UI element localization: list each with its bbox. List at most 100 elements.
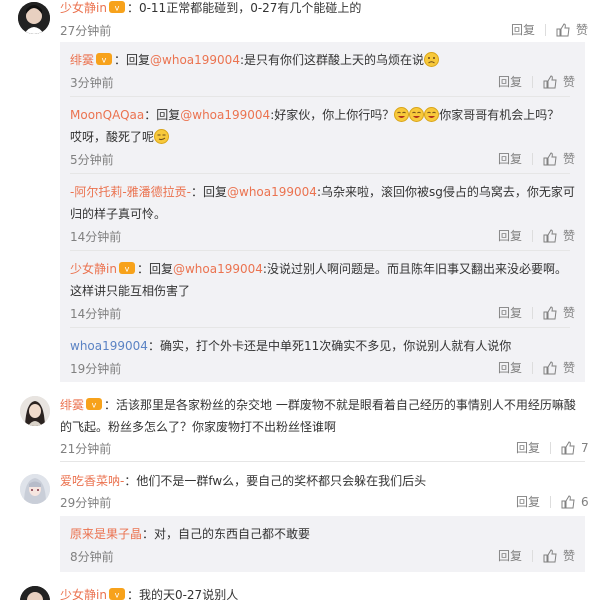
divider xyxy=(60,461,585,462)
thumbs-up-icon xyxy=(543,548,557,563)
thumbs-up-icon xyxy=(543,360,557,375)
vip-badge-icon: v xyxy=(108,0,125,13)
laughing-emoji-icon xyxy=(409,106,425,122)
smirk-emoji-icon xyxy=(154,128,170,144)
divider xyxy=(70,250,570,251)
username-link[interactable]: 爱吃香菜呐- xyxy=(60,474,124,488)
reply-line-continued: 哎呀，酸死了呢 xyxy=(70,125,170,149)
laughing-emoji-icon xyxy=(394,106,410,122)
username-link[interactable]: 绯霙 xyxy=(70,53,94,67)
reply-button[interactable]: 回复 xyxy=(498,547,522,564)
mention-link[interactable]: @whoa199004 xyxy=(173,262,263,276)
username-link[interactable]: 少女静in xyxy=(70,262,117,276)
timestamp: 3分钟前 xyxy=(70,76,114,90)
username-link[interactable]: -阿尔托莉-雅潘德拉贡- xyxy=(70,185,191,199)
divider xyxy=(550,441,552,454)
reply-button[interactable]: 回复 xyxy=(511,21,535,38)
divider xyxy=(532,549,534,562)
divider xyxy=(550,495,552,508)
divider xyxy=(70,173,570,174)
timestamp: 14分钟前 xyxy=(70,307,122,321)
like-count: 6 xyxy=(581,494,589,509)
like-count: 7 xyxy=(581,440,589,455)
reply-button[interactable]: 回复 xyxy=(498,304,522,321)
comment-actions: 回复 7 xyxy=(516,439,589,456)
svg-text:v: v xyxy=(125,265,130,274)
like-button[interactable]: 赞 xyxy=(543,359,575,376)
username-link[interactable]: 绯霙 xyxy=(60,398,84,412)
reply-line: 少女静in v ：回复@whoa199004:没说过别人啊问题是。而且陈年旧事又翻出… xyxy=(70,257,567,281)
thumbs-up-icon xyxy=(543,228,557,243)
like-button[interactable]: 赞 xyxy=(543,304,575,321)
like-button[interactable]: 赞 xyxy=(543,150,575,167)
avatar[interactable] xyxy=(20,586,50,600)
reply-button[interactable]: 回复 xyxy=(498,73,522,90)
reply-line: MoonQAQaa：回复@whoa199004:好家伙，你上你行吗？ 你家哥哥有机… xyxy=(70,106,560,122)
divider xyxy=(545,23,547,36)
sad-emoji-icon xyxy=(424,51,440,67)
reply-actions: 回复 赞 xyxy=(498,150,575,167)
reply-button[interactable]: 回复 xyxy=(498,150,522,167)
thumbs-up-icon xyxy=(543,74,557,89)
username-link[interactable]: 原来是果子晶 xyxy=(70,527,142,541)
thumbs-up-icon xyxy=(561,494,575,509)
avatar[interactable] xyxy=(20,396,50,426)
comment-text: ：他们不是一群fw么，要自己的奖杯都只会躲在我们后头 xyxy=(124,474,427,488)
comment-text: ：活该那里是各家粉丝的杂交地 一群废物不就是眼看着自己经历的事情别人不用经历嘛酸 xyxy=(104,398,576,412)
like-button[interactable]: 7 xyxy=(561,441,589,455)
mention-link[interactable]: @whoa199004 xyxy=(227,185,317,199)
comment-actions: 回复 6 xyxy=(516,493,589,510)
reply-line-continued: 这样讲只能互相伤害了 xyxy=(70,284,191,298)
divider xyxy=(70,96,570,97)
like-button[interactable]: 赞 xyxy=(543,227,575,244)
timestamp: 8分钟前 xyxy=(70,550,114,564)
timestamp: 21分钟前 xyxy=(60,442,112,456)
comment-line: 爱吃香菜呐-：他们不是一群fw么，要自己的奖杯都只会躲在我们后头 xyxy=(60,469,426,493)
reply-button[interactable]: 回复 xyxy=(516,439,540,456)
comment-line-continued: 的飞起。粉丝多怎么了？你家废物打不出粉丝怪谁啊 xyxy=(60,420,337,434)
comment-line: 少女静in v ：0-11正常都能碰到，0-27有几个能碰上的 xyxy=(60,0,361,20)
timestamp: 27分钟前 xyxy=(60,24,112,38)
comment-actions: 回复 赞 xyxy=(511,21,588,38)
divider xyxy=(532,306,534,319)
reply-actions: 回复 赞 xyxy=(498,304,575,321)
reply-line: -阿尔托莉-雅潘德拉贡-：回复@whoa199004:乌杂来啦，滚回你被sg侵占… xyxy=(70,185,575,199)
vip-badge-icon: v xyxy=(118,258,135,274)
reply-button[interactable]: 回复 xyxy=(516,493,540,510)
thumbs-up-icon xyxy=(543,151,557,166)
reply-actions: 回复 赞 xyxy=(498,227,575,244)
reply-actions: 回复 赞 xyxy=(498,359,575,376)
like-button[interactable]: 6 xyxy=(561,495,589,509)
mention-link[interactable]: @whoa199004 xyxy=(180,108,270,122)
reply-button[interactable]: 回复 xyxy=(498,227,522,244)
username-link[interactable]: whoa199004 xyxy=(70,339,148,353)
reply-actions: 回复 赞 xyxy=(498,73,575,90)
svg-text:v: v xyxy=(102,56,107,65)
reply-button[interactable]: 回复 xyxy=(498,359,522,376)
avatar[interactable] xyxy=(18,2,50,34)
thumbs-up-icon xyxy=(543,305,557,320)
avatar[interactable] xyxy=(20,474,50,504)
laughing-emoji-icon xyxy=(424,106,440,122)
divider xyxy=(70,327,570,328)
reply-line-continued: 归的样子真可怜。 xyxy=(70,207,167,221)
timestamp: 14分钟前 xyxy=(70,230,122,244)
comment-text: ：0-11正常都能碰到，0-27有几个能碰上的 xyxy=(126,1,362,15)
divider xyxy=(532,361,534,374)
like-button[interactable]: 赞 xyxy=(556,21,588,38)
comment-text: ：我的天0-27说别人 xyxy=(126,588,239,600)
thumbs-up-icon xyxy=(556,22,570,37)
timestamp: 5分钟前 xyxy=(70,153,114,167)
username-link[interactable]: 少女静in xyxy=(60,588,107,600)
username-link[interactable]: MoonQAQaa xyxy=(70,108,144,122)
vip-badge-icon: v xyxy=(108,584,125,600)
mention-link[interactable]: @whoa199004 xyxy=(150,53,240,67)
svg-text:v: v xyxy=(115,591,120,600)
reply-line: 原来是果子晶：对，自己的东西自己都不敢要 xyxy=(70,527,311,541)
like-button[interactable]: 赞 xyxy=(543,547,575,564)
username-link[interactable]: 少女静in xyxy=(60,1,107,15)
like-button[interactable]: 赞 xyxy=(543,73,575,90)
reply-line: whoa199004：确实，打个外卡还是中单死11次确实不多见，你说别人就有人说… xyxy=(70,339,512,353)
divider xyxy=(532,229,534,242)
vip-badge-icon: v xyxy=(96,49,113,65)
